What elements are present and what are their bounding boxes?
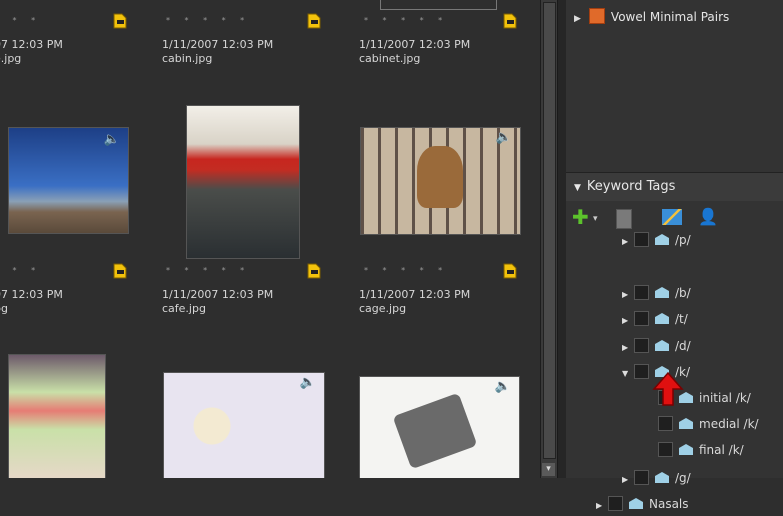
photo-date: 07 12:03 PM [0,288,63,301]
scroll-down-arrow[interactable]: ▾ [542,463,555,476]
album-icon [588,8,605,24]
keyword-row[interactable]: ▶ /t/ [622,309,688,329]
person-tag-icon[interactable]: 👤 [698,207,718,227]
tag-badge-icon [307,263,321,279]
tag-badge-icon [503,13,517,29]
collapse-arrow-icon[interactable]: ▼ [622,364,634,384]
expand-arrow-icon[interactable]: ▶ [622,285,634,305]
audio-icon: 🔈 [495,130,512,145]
tag-icon [655,313,669,324]
photo-date: 07 12:03 PM [0,38,63,51]
photo-thumbnail[interactable]: 🔈 [359,376,520,478]
tag-icon [679,418,693,429]
add-tag-icon[interactable]: ✚ [572,207,589,227]
delete-icon[interactable] [616,209,632,229]
tag-icon [655,340,669,351]
tag-icon [629,498,643,509]
expand-arrow-icon[interactable]: ▶ [622,232,634,252]
expand-arrow-icon[interactable]: ▶ [622,470,634,490]
album-label: Vowel Minimal Pairs [610,10,730,24]
keyword-label: /b/ [675,286,691,300]
photo-filename: pg [0,302,8,315]
rating-stars[interactable]: * * * [0,16,41,25]
keyword-row[interactable]: ▶ /p/ [622,230,691,250]
scrollbar-thumb[interactable] [543,2,556,459]
red-arrow-icon [652,371,684,406]
rating-stars[interactable]: * * * [0,266,41,275]
tag-badge-icon [503,263,517,279]
checkbox[interactable] [658,442,673,457]
tag-icon [655,287,669,298]
keyword-row-child[interactable]: final /k/ [658,440,744,460]
photo-grid: * * * 07 12:03 PM e.jpg * * * * * 1/11/2… [0,0,540,478]
photo-date: 1/11/2007 12:03 PM [162,288,274,301]
tag-badge-icon [307,13,321,29]
photo-filename: cage.jpg [359,302,407,315]
keyword-tags-header[interactable]: ▼ Keyword Tags [566,172,783,201]
photo-thumbnail[interactable]: 🔈 [163,372,325,478]
checkbox[interactable] [634,311,649,326]
album-item[interactable]: ▶ Vowel Minimal Pairs [574,8,729,24]
keyword-row[interactable]: ▶ /g/ [622,468,691,488]
keyword-label: medial /k/ [699,417,759,431]
keyword-row[interactable]: ▶ Nasals [596,494,689,514]
keyword-row[interactable]: ▶ /b/ [622,283,691,303]
photo-thumbnail[interactable] [186,105,300,259]
checkbox[interactable] [634,364,649,379]
keyword-label: Nasals [649,497,689,511]
keyword-tags-title: Keyword Tags [586,179,676,194]
photo-filename: cabin.jpg [162,52,213,65]
calculator-figure [392,392,478,470]
checkbox[interactable] [634,338,649,353]
keyword-label: /t/ [675,312,688,326]
photo-date: 1/11/2007 12:03 PM [359,38,471,51]
expand-arrow-icon[interactable]: ▶ [622,338,634,358]
rating-stars[interactable]: * * * * * [166,16,250,25]
rating-stars[interactable]: * * * * * [166,266,250,275]
photo-filename: e.jpg [0,52,22,65]
tag-icon [655,234,669,245]
checkbox[interactable] [634,232,649,247]
expand-arrow-icon[interactable]: ▶ [596,496,608,516]
rating-stars[interactable]: * * * * * [364,266,448,275]
audio-icon: 🔈 [494,379,511,394]
photo-date: 1/11/2007 12:03 PM [162,38,274,51]
checkbox[interactable] [634,285,649,300]
photo-date: 1/11/2007 12:03 PM [359,288,471,301]
photo-filename: cabinet.jpg [359,52,421,65]
expand-arrow-icon[interactable]: ▶ [622,311,634,331]
audio-icon: 🔈 [299,375,316,390]
keyword-label: /p/ [675,233,691,247]
photo-thumbnail[interactable] [380,0,497,10]
tag-badge-icon [113,263,127,279]
dropdown-arrow-icon[interactable]: ▾ [593,209,598,229]
tag-badge-icon [113,13,127,29]
photo-thumbnail[interactable]: 🔈 [360,127,521,235]
checkbox[interactable] [658,416,673,431]
keyword-label: final /k/ [699,443,744,457]
tag-icon [679,444,693,455]
photo-filename: cafe.jpg [162,302,206,315]
collapse-arrow-icon[interactable]: ▼ [574,183,581,193]
photo-thumbnail[interactable]: 🔈 [8,127,129,234]
keyword-row-child[interactable]: medial /k/ [658,414,759,434]
photo-thumbnail[interactable] [8,354,106,478]
keyword-toolbar: ✚ ▾ 👤 [566,203,783,233]
grid-scrollbar[interactable]: ▾ [540,0,557,478]
checkbox[interactable] [608,496,623,511]
expand-arrow-icon[interactable]: ▶ [574,14,581,24]
keyword-label: initial /k/ [699,391,751,405]
keyword-label: /g/ [675,471,691,485]
keyword-label: /d/ [675,339,691,353]
lion-figure [417,146,463,208]
rating-stars[interactable]: * * * * * [364,16,448,25]
audio-icon: 🔈 [103,132,120,147]
edit-icon[interactable] [662,209,682,225]
keyword-row[interactable]: ▶ /d/ [622,336,691,356]
